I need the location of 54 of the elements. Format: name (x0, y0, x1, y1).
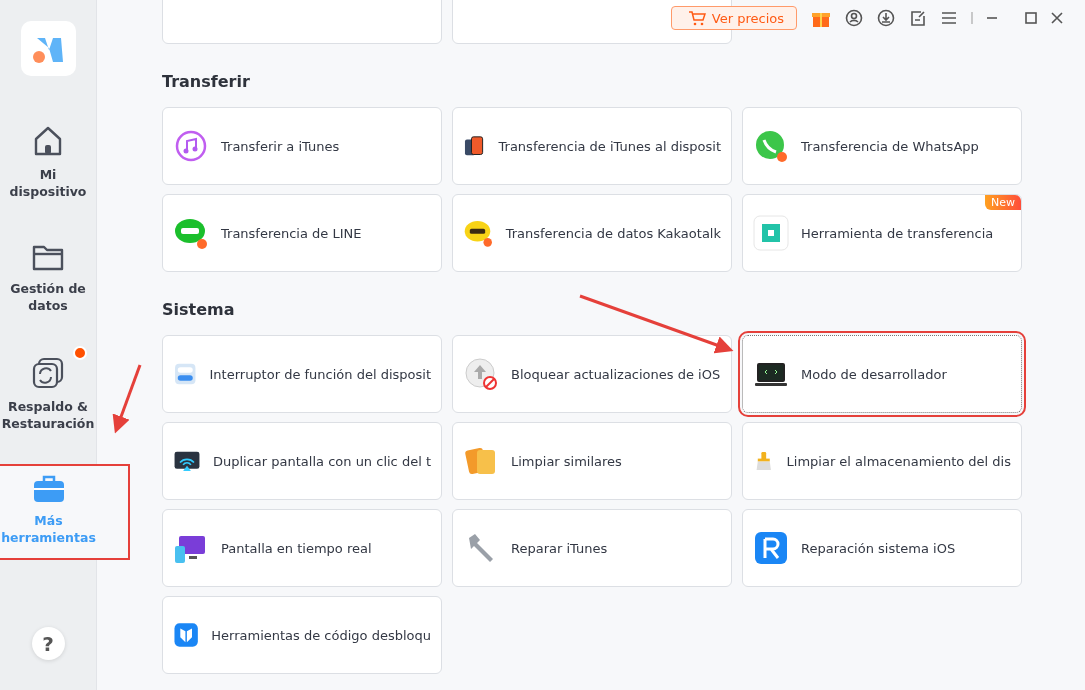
cart-icon (687, 10, 706, 26)
tool-label: Reparar iTunes (511, 540, 608, 556)
blocked-upload-icon (463, 356, 499, 392)
music-icon (173, 128, 209, 164)
r-logo-icon (753, 530, 789, 566)
sidebar-item[interactable]: Gestión de datos (0, 234, 97, 326)
tool-label: Pantalla en tiempo real (221, 540, 372, 556)
tool-card[interactable]: Interruptor de función del disposit (162, 335, 442, 413)
sidebar-item[interactable]: Mi dispositivo (0, 116, 97, 212)
tool-label: Herramienta de transferencia (801, 225, 994, 241)
tool-label: Transferencia de datos Kakaotalk (505, 225, 721, 241)
sidebar-item[interactable]: Respaldo & Restauración (0, 348, 97, 444)
tool-card[interactable]: Reparación sistema iOS (742, 509, 1022, 587)
tool-label: Duplicar pantalla con un clic del t (213, 453, 431, 469)
tool-label: Reparación sistema iOS (801, 540, 956, 556)
tool-card[interactable]: Transferencia de datos Kakaotalk (452, 194, 732, 272)
tool-label: Modo de desarrollador (801, 366, 947, 382)
tool-card[interactable]: Pantalla en tiempo real (162, 509, 442, 587)
section-title: Transferir (162, 72, 251, 91)
user-icon[interactable] (845, 9, 863, 27)
tool-card[interactable]: Duplicar pantalla con un clic del t (162, 422, 442, 500)
sync-icon (31, 356, 65, 390)
tool-card[interactable]: Limpiar similares (452, 422, 732, 500)
annotation-arrow (112, 364, 142, 434)
tool-label: Transferencia de WhatsApp (801, 138, 979, 154)
chat-icon (753, 128, 789, 164)
tool-card[interactable]: Limpiar el almacenamiento del dis (742, 422, 1022, 500)
download-icon[interactable] (877, 9, 895, 27)
tool-card[interactable]: Bloquear actualizaciones de iOS (452, 335, 732, 413)
help-button[interactable]: ? (31, 627, 65, 660)
new-badge: New (985, 195, 1021, 210)
tool-label: Herramientas de código desbloqu (211, 627, 431, 643)
feedback-icon[interactable] (909, 9, 927, 27)
close-icon[interactable] (1051, 12, 1063, 24)
tool-card[interactable]: New Herramienta de transferencia (742, 194, 1022, 272)
maximize-icon[interactable] (1025, 12, 1037, 24)
tool-card[interactable]: Transferencia de iTunes al disposit (452, 107, 732, 185)
tool-card[interactable]: Reparar iTunes (452, 509, 732, 587)
tool-card[interactable]: Transferencia de WhatsApp (742, 107, 1022, 185)
tool-label: Limpiar el almacenamiento del dis (786, 453, 1011, 469)
tool-card[interactable]: Transferir a iTunes (162, 107, 442, 185)
section-title: Sistema (162, 300, 236, 319)
tiles-icon (753, 215, 789, 251)
tool-label: Bloquear actualizaciones de iOS (511, 366, 721, 382)
tool-label: Limpiar similares (511, 453, 622, 469)
app-logo (20, 21, 76, 76)
tool-label: Interruptor de función del disposit (209, 366, 431, 382)
tool-label: Transferencia de iTunes al disposit (498, 138, 721, 154)
tool-card[interactable]: Herramientas de código desbloqu (162, 596, 442, 674)
menu-icon[interactable] (941, 11, 957, 25)
toolbox-icon (31, 474, 66, 504)
tool-label: Transferencia de LINE (221, 225, 362, 241)
tool-label: Transferir a iTunes (221, 138, 340, 154)
tool-card[interactable]: Transferencia de LINE (162, 194, 442, 272)
